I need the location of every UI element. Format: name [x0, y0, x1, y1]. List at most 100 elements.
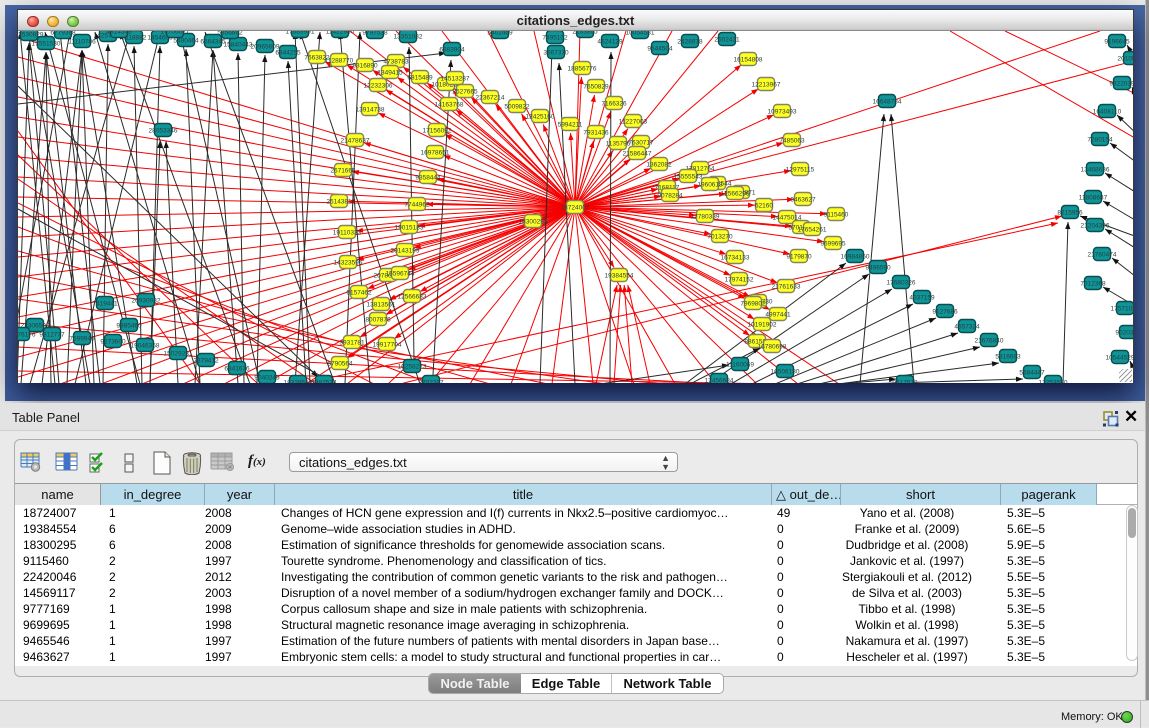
svg-text:7931436: 7931436: [583, 130, 609, 137]
svg-text:20930932: 20930932: [132, 298, 161, 305]
svg-text:7630717: 7630717: [628, 140, 654, 147]
svg-text:12975115: 12975115: [786, 167, 815, 174]
svg-text:6883904: 6883904: [439, 47, 465, 54]
svg-text:16984850: 16984850: [841, 254, 870, 261]
svg-text:21760474: 21760474: [1088, 252, 1117, 259]
svg-text:9322039: 9322039: [1109, 81, 1133, 88]
svg-text:17680326: 17680326: [887, 280, 916, 287]
svg-text:6815489: 6815489: [407, 75, 433, 82]
svg-text:6664345: 6664345: [200, 39, 226, 46]
svg-text:4037159: 4037159: [909, 295, 935, 302]
svg-text:4624129: 4624129: [597, 39, 623, 46]
svg-text:4814543: 4814543: [106, 31, 132, 36]
svg-text:28053346: 28053346: [149, 128, 178, 135]
svg-text:9312777: 9312777: [39, 332, 65, 339]
svg-text:9544504: 9544504: [647, 46, 673, 53]
svg-text:15029281: 15029281: [164, 351, 193, 358]
svg-text:19046358: 19046358: [131, 343, 160, 350]
svg-text:9273600: 9273600: [100, 339, 126, 346]
svg-text:19110333: 19110333: [333, 230, 362, 237]
svg-text:15555543: 15555543: [674, 174, 703, 181]
svg-text:11227003: 11227003: [619, 119, 648, 126]
svg-text:7599946: 7599946: [69, 336, 95, 343]
svg-text:9316890: 9316890: [352, 63, 378, 70]
svg-text:11808687: 11808687: [1079, 195, 1108, 202]
svg-text:13468636: 13468636: [1081, 167, 1110, 174]
svg-text:18329513: 18329513: [284, 380, 313, 384]
svg-text:17654261: 17654261: [798, 227, 827, 234]
svg-text:9463627: 9463627: [790, 197, 816, 204]
svg-text:17706027: 17706027: [161, 31, 190, 36]
svg-text:62160: 62160: [755, 203, 773, 210]
svg-text:20143199: 20143199: [391, 248, 420, 255]
svg-text:2502421: 2502421: [714, 37, 740, 44]
svg-text:2514381: 2514381: [326, 199, 352, 206]
svg-text:2671665: 2671665: [330, 168, 356, 175]
svg-text:6157462: 6157462: [346, 290, 372, 297]
svg-text:14163768: 14163768: [435, 102, 464, 109]
svg-text:9040245: 9040245: [254, 375, 280, 382]
svg-text:2183865: 2183865: [572, 31, 598, 36]
svg-text:16978651: 16978651: [421, 150, 450, 157]
svg-text:9358444: 9358444: [415, 175, 441, 182]
svg-text:21478637: 21478637: [341, 138, 370, 145]
svg-text:12232306: 12232306: [364, 83, 393, 90]
svg-text:20105530: 20105530: [1118, 56, 1133, 63]
svg-text:7013270: 7013270: [707, 234, 733, 241]
svg-text:7280154: 7280154: [1087, 137, 1113, 144]
svg-text:16506180: 16506180: [771, 369, 800, 376]
svg-text:12566683: 12566683: [398, 294, 427, 301]
svg-text:9196645: 9196645: [1104, 39, 1130, 46]
svg-text:16408110: 16408110: [1093, 109, 1122, 116]
svg-text:13351082: 13351082: [394, 34, 423, 41]
svg-text:1135796: 1135796: [606, 141, 631, 148]
svg-text:5009822: 5009822: [504, 104, 530, 111]
svg-text:13914738: 13914738: [356, 107, 385, 114]
svg-text:8215956: 8215956: [1057, 210, 1083, 217]
svg-text:10054581: 10054581: [626, 31, 655, 37]
svg-text:17571071: 17571071: [1111, 306, 1133, 313]
svg-text:21204396: 21204396: [1081, 223, 1110, 230]
svg-text:2428978: 2428978: [677, 39, 703, 46]
svg-text:18724007: 18724007: [561, 205, 590, 212]
svg-text:18856776: 18856776: [568, 66, 597, 73]
svg-text:7485063: 7485063: [779, 138, 805, 145]
svg-text:4657324: 4657324: [954, 324, 980, 331]
svg-text:9179870: 9179870: [786, 254, 812, 261]
svg-text:17156092: 17156092: [423, 128, 452, 135]
svg-text:9496590: 9496590: [865, 265, 891, 272]
svg-text:22367214: 22367214: [476, 95, 505, 102]
svg-text:17551530: 17551530: [32, 41, 61, 48]
svg-text:10191902: 10191902: [748, 322, 777, 329]
svg-text:11422980: 11422980: [326, 31, 355, 36]
svg-text:5994211: 5994211: [558, 122, 583, 129]
svg-text:19015183: 19015183: [395, 225, 424, 232]
svg-text:17780339: 17780339: [691, 214, 720, 221]
svg-text:1387534: 1387534: [311, 380, 337, 384]
svg-text:13813561: 13813561: [367, 302, 396, 309]
svg-text:7012368: 7012368: [1080, 281, 1106, 288]
svg-text:18876176: 18876176: [18, 332, 36, 339]
svg-text:9699695: 9699695: [820, 241, 846, 248]
svg-text:9797538: 9797538: [362, 31, 388, 37]
svg-text:5490464: 5490464: [173, 38, 199, 45]
svg-text:11110706: 11110706: [68, 39, 96, 46]
svg-text:16780698: 16780698: [758, 344, 787, 351]
svg-text:21586447: 21586447: [623, 151, 652, 158]
svg-text:16734133: 16734133: [721, 255, 750, 262]
svg-text:1362082: 1362082: [646, 162, 672, 169]
svg-text:9385460: 9385460: [116, 323, 142, 330]
svg-text:9078284: 9078284: [657, 193, 683, 200]
svg-text:3667370: 3667370: [543, 50, 569, 57]
svg-text:8007876: 8007876: [365, 317, 391, 324]
svg-text:7419441: 7419441: [92, 301, 118, 308]
svg-text:17689991: 17689991: [286, 31, 315, 36]
svg-text:9020329: 9020329: [1115, 330, 1133, 337]
svg-text:19917704: 19917704: [373, 342, 402, 349]
svg-text:5316693: 5316693: [995, 354, 1021, 361]
svg-text:7744962: 7744962: [404, 202, 430, 209]
svg-text:9617572: 9617572: [892, 380, 918, 384]
svg-text:16154808: 16154808: [734, 57, 763, 64]
svg-text:21761633: 21761633: [772, 284, 801, 291]
svg-text:5356662: 5356662: [217, 31, 243, 37]
